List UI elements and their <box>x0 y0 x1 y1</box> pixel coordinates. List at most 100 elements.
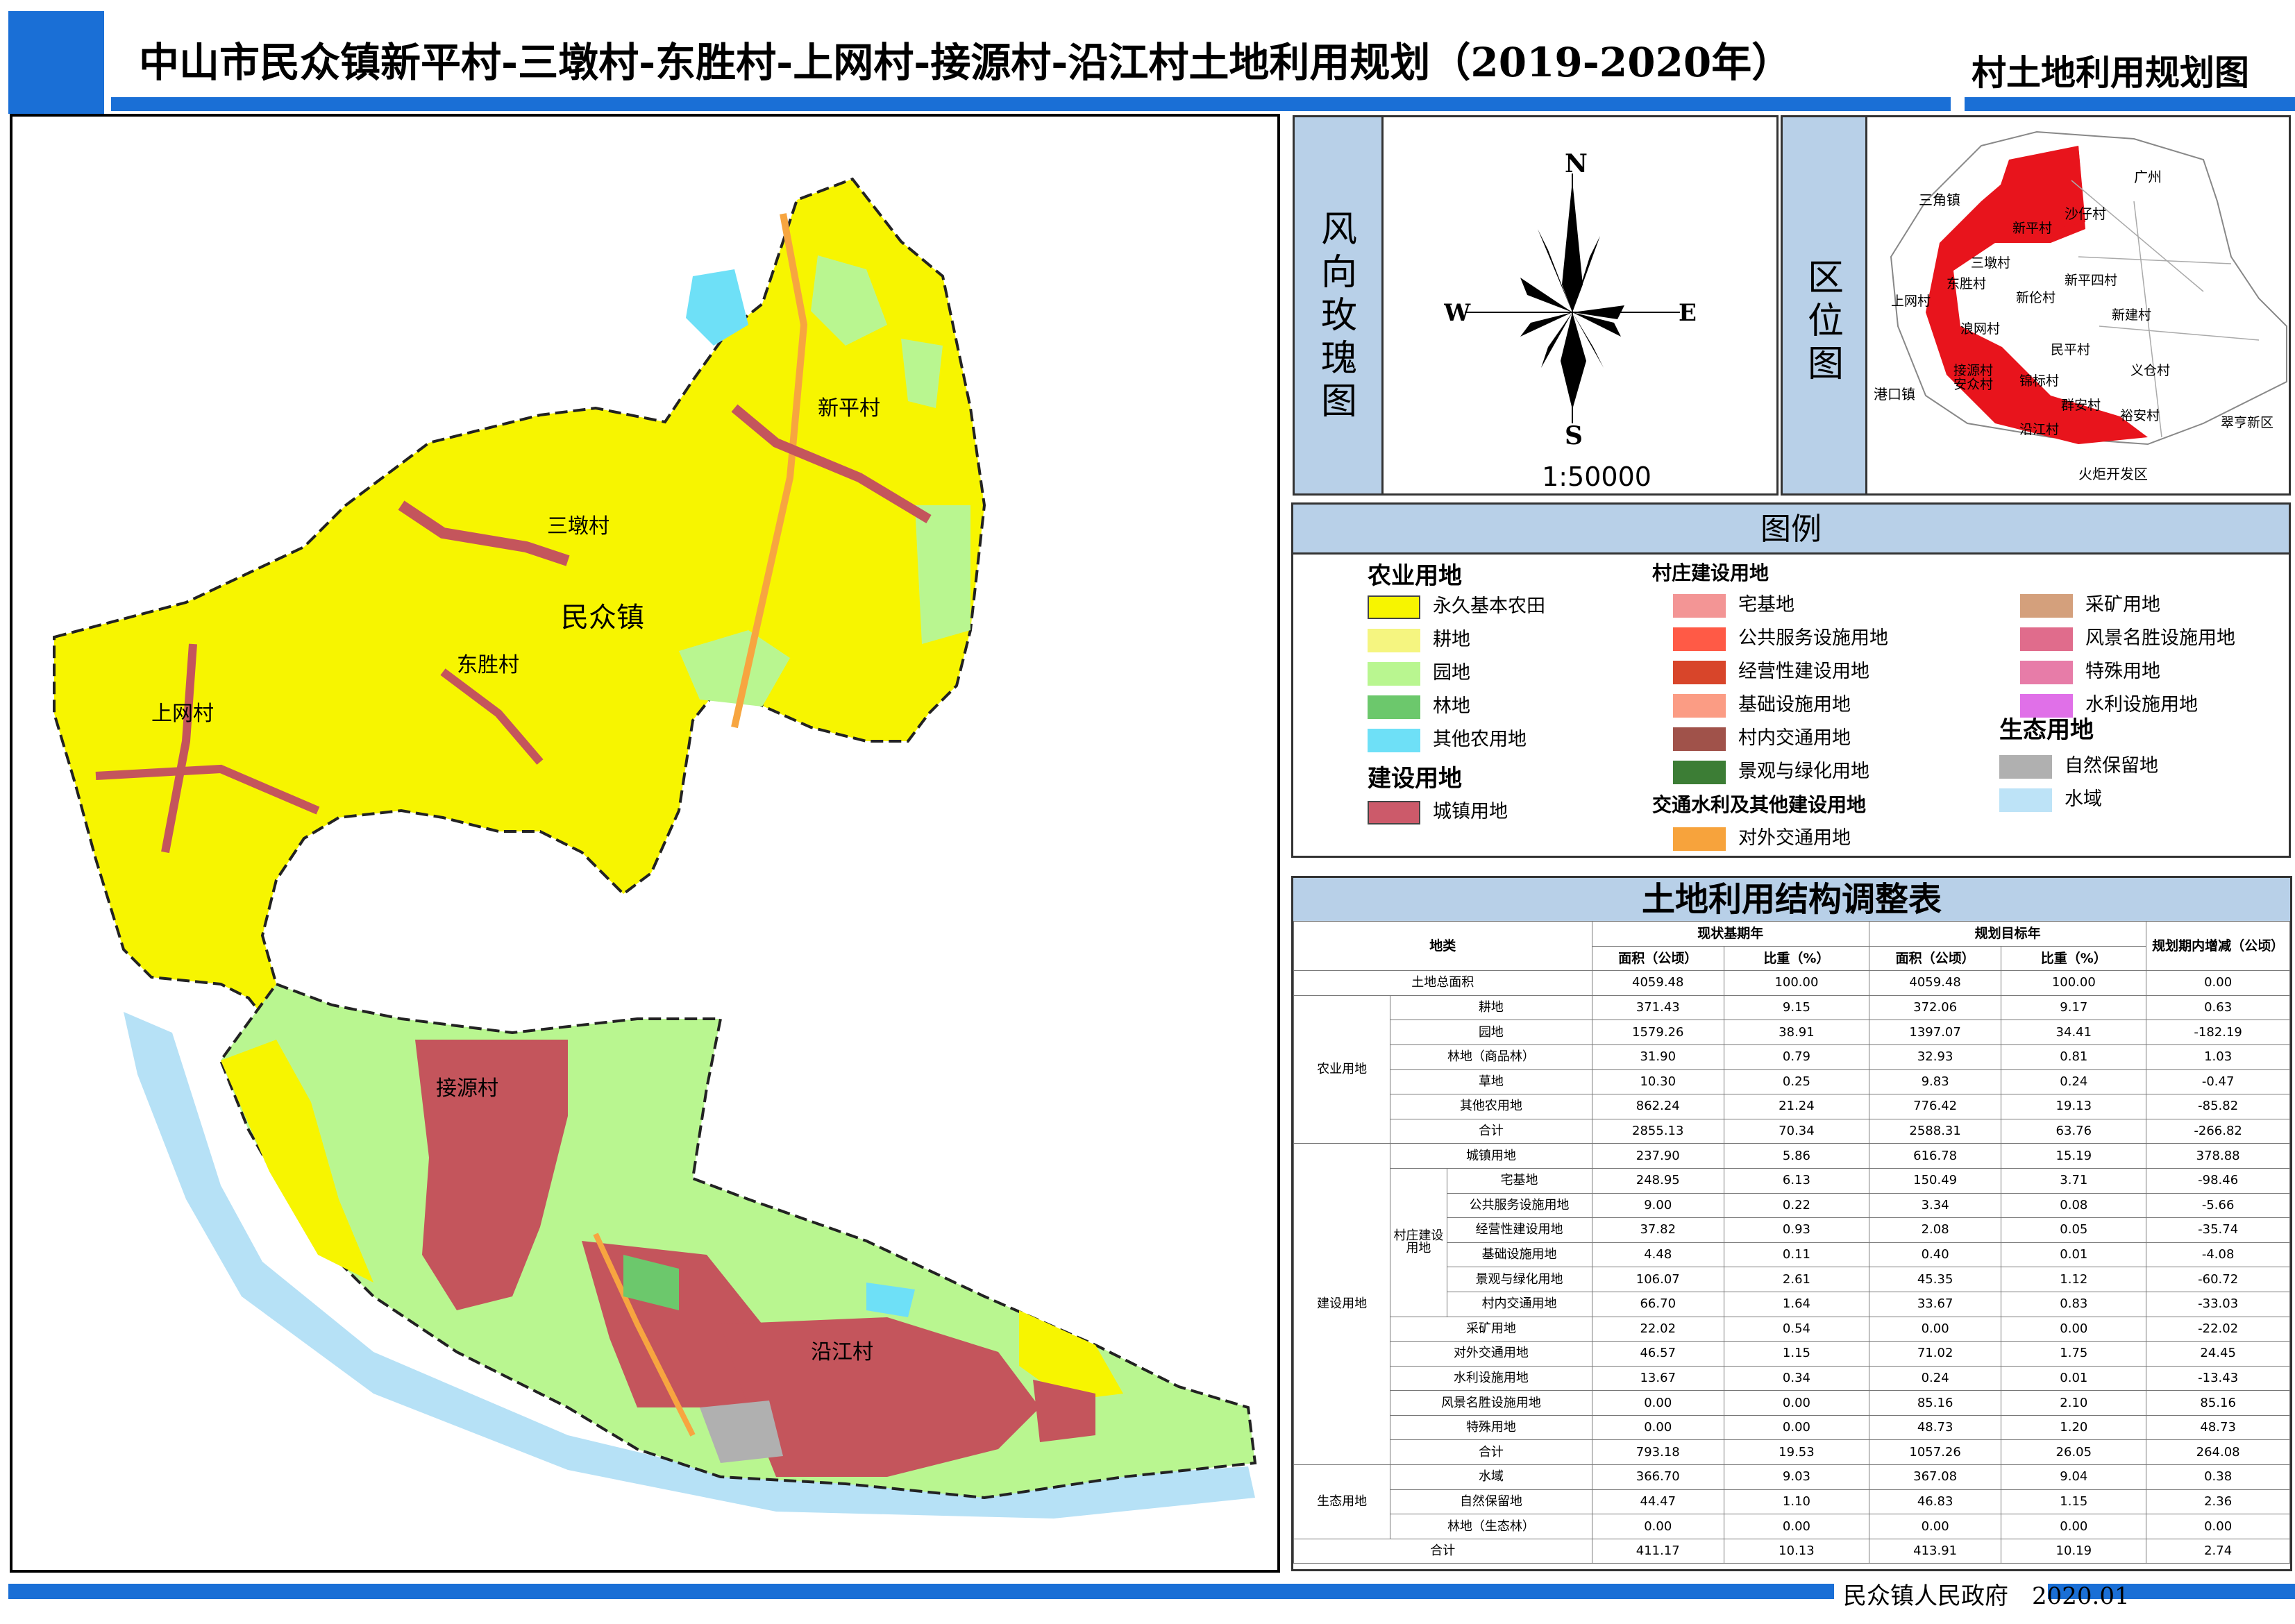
table-cell: 372.06 <box>1868 995 2002 1021</box>
table-cell: 草地 <box>1390 1069 1592 1095</box>
table-cell: 园地 <box>1390 1020 1592 1045</box>
location-map[interactable]: 广州 三角镇 沙仔村 新平村 三墩村 东胜村 上网村 新平四村 新伦村 新建村 … <box>1870 118 2288 493</box>
legend-label: 基础设施用地 <box>1738 694 1851 716</box>
table-cell: 32.93 <box>1868 1044 2002 1070</box>
table-row: 水利设施用地 13.67 0.34 0.24 0.01 -13.43 <box>1294 1365 2290 1392</box>
table-cell: 9.00 <box>1591 1192 1724 1219</box>
table-cell: 9.15 <box>1723 995 1869 1021</box>
table-cell: 生态用地 <box>1293 1464 1391 1539</box>
legend-item: 经营性建设用地 <box>1673 657 1937 687</box>
legend-label: 水域 <box>2065 788 2102 810</box>
table-cell: -182.19 <box>2146 1020 2290 1045</box>
page-title: 中山市民众镇新平村-三墩村-东胜村-上网村-接源村-沿江村土地利用规划（2019… <box>139 39 1792 86</box>
table-cell: 85.16 <box>2146 1390 2290 1416</box>
wind-west-label: W <box>1444 299 1471 327</box>
legend-label: 公共服务设施用地 <box>1738 627 1888 649</box>
table-cell: 616.78 <box>1868 1143 2002 1169</box>
table-row: 林地（生态林） 0.00 0.00 0.00 0.00 0.00 <box>1294 1514 2290 1539</box>
table-cell: 0.00 <box>2146 970 2290 996</box>
table-cell: 0.00 <box>1723 1514 1869 1539</box>
table-cell: 1.15 <box>1723 1341 1869 1367</box>
map-label-yanjiang: 沿江村 <box>811 1341 873 1364</box>
table-cell: -5.66 <box>2146 1192 2290 1219</box>
legend-label: 自然保留地 <box>2065 755 2158 777</box>
legend-group-agri: 农业用地 <box>1368 562 1462 590</box>
page-subtitle: 村土地利用规划图 <box>1972 52 2249 93</box>
table-cell: 土地总面积 <box>1293 970 1592 996</box>
table-cell: 24.45 <box>2146 1341 2290 1367</box>
table-row: 生态用地 水域 366.70 9.03 367.08 9.04 0.38 <box>1293 1464 2290 1539</box>
loc-anzhong: 安众村 <box>1953 377 1993 392</box>
table-cell: 44.47 <box>1591 1489 1724 1515</box>
table-cell: 0.79 <box>1723 1044 1869 1070</box>
loc-minping: 民平村 <box>2051 342 2090 357</box>
loc-xinjian: 新建村 <box>2112 307 2151 323</box>
garden-patch-n4 <box>915 505 970 644</box>
table-cell: 1.64 <box>1723 1291 1869 1317</box>
table-cell: 70.34 <box>1723 1118 1869 1144</box>
table-cell: 0.38 <box>2146 1464 2290 1490</box>
table-cell: 46.57 <box>1591 1341 1724 1367</box>
loc-sanjiao: 三角镇 <box>1919 192 1960 208</box>
legend-swatch <box>1673 694 1726 718</box>
table-cell: 0.22 <box>1723 1192 1869 1219</box>
table-cell: 1057.26 <box>1868 1439 2002 1466</box>
table-cell: 合计 <box>1390 1439 1592 1466</box>
th-base-year: 现状基期年 <box>1591 921 1869 947</box>
table-cell: 1.03 <box>2146 1044 2290 1070</box>
legend-label: 风景名胜设施用地 <box>2085 627 2235 649</box>
table-cell: 0.00 <box>1591 1390 1724 1416</box>
land-use-map[interactable]: 民众镇 新平村 三墩村 东胜村 上网村 接源村 沿江村 <box>12 117 1277 1570</box>
legend-item: 宅基地 <box>1673 590 1937 620</box>
legend-swatch <box>1368 662 1420 686</box>
table-cell: 景观与绿化用地 <box>1446 1267 1592 1292</box>
table-cell: 100.00 <box>1723 970 1869 996</box>
table-cell: 0.01 <box>2001 1242 2147 1268</box>
table-cell: 自然保留地 <box>1390 1489 1592 1515</box>
legend-swatch <box>1673 827 1726 851</box>
legend-label: 水利设施用地 <box>2085 694 2198 716</box>
table-cell: 0.00 <box>1591 1414 1724 1441</box>
loc-jieyuan: 接源村 <box>1953 363 1993 378</box>
loc-yanjiang: 沿江村 <box>2019 422 2059 437</box>
table-cell: 宅基地 <box>1446 1167 1592 1194</box>
table-cell: 793.18 <box>1591 1439 1724 1466</box>
table-cell: 100.00 <box>2001 970 2147 996</box>
legend-item: 耕地 <box>1368 625 1631 655</box>
table-cell: 19.13 <box>2001 1094 2147 1119</box>
th-target-area: 面积（公顷） <box>1868 945 2002 972</box>
legend-label: 林地 <box>1433 695 1470 717</box>
table-cell: 10.30 <box>1591 1069 1724 1095</box>
table-cell: 31.90 <box>1591 1044 1724 1070</box>
header-rule-right <box>1965 97 2295 111</box>
table-cell: 4059.48 <box>1591 970 1724 996</box>
table-cell: 农业用地 <box>1293 995 1391 1144</box>
table-row: 采矿用地 22.02 0.54 0.00 0.00 -22.02 <box>1294 1316 2290 1342</box>
table-cell: 水利设施用地 <box>1390 1365 1592 1392</box>
table-cell: 9.17 <box>2001 995 2147 1021</box>
legend-item: 采矿用地 <box>2020 590 2284 620</box>
table-cell: 2.08 <box>1868 1217 2002 1243</box>
legend-label: 城镇用地 <box>1433 801 1508 822</box>
table-cell: 2855.13 <box>1591 1118 1724 1144</box>
table-cell: 21.24 <box>1723 1094 1869 1119</box>
table-row: 合计 793.18 19.53 1057.26 26.05 264.08 <box>1294 1439 2290 1466</box>
table-cell: 2.61 <box>1723 1267 1869 1292</box>
table-cell: 862.24 <box>1591 1094 1724 1119</box>
legend-swatch <box>1368 801 1420 824</box>
table-cell: -13.43 <box>2146 1365 2290 1392</box>
legend-item: 景观与绿化用地 <box>1673 756 1937 787</box>
table-cell: 0.00 <box>2001 1316 2147 1342</box>
table-cell: 85.16 <box>1868 1390 2002 1416</box>
legend-swatch <box>1673 627 1726 651</box>
table-cell: -22.02 <box>2146 1316 2290 1342</box>
table-cell: 3.71 <box>2001 1167 2147 1194</box>
footer-rule <box>8 1584 1834 1599</box>
location-label: 区位图 <box>1807 257 1844 385</box>
table-cell: -266.82 <box>2146 1118 2290 1144</box>
table-cell: 村庄建设用地 <box>1390 1167 1447 1317</box>
th-base-ratio: 比重（%） <box>1723 945 1869 972</box>
table-cell: 林地（生态林） <box>1390 1514 1592 1539</box>
legend-swatch <box>1999 755 2052 779</box>
table-cell: 237.90 <box>1591 1143 1724 1169</box>
